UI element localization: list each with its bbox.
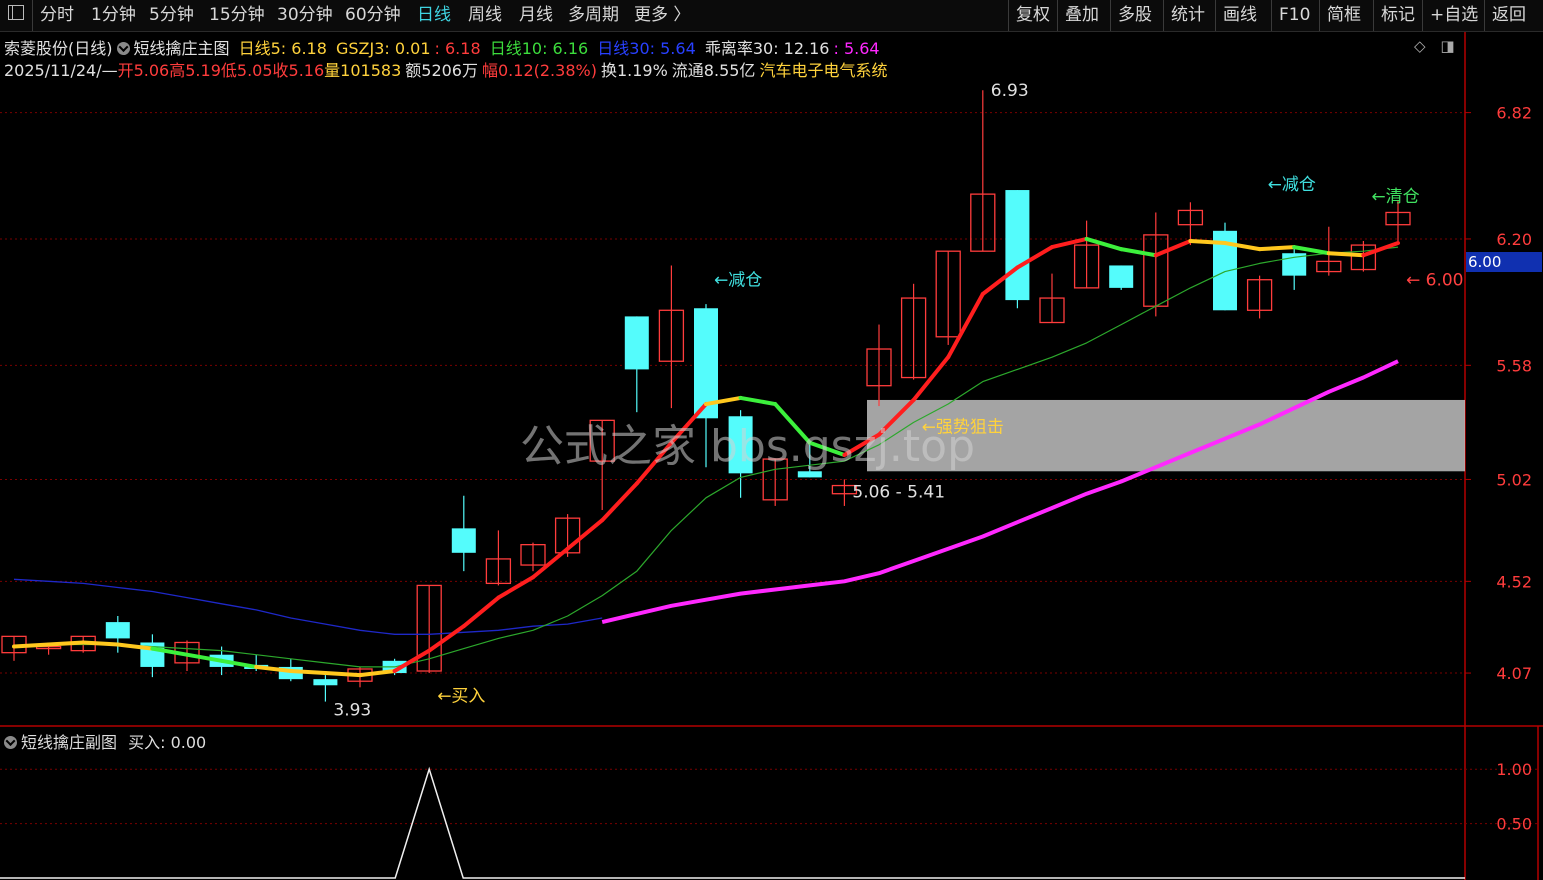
ma-fast-segment [461, 595, 501, 629]
ma-fast-segment [1257, 245, 1297, 252]
low-label: 低5.05 [220, 61, 273, 80]
ma-fast-segment [288, 669, 328, 676]
ma-fast-segment [946, 291, 985, 360]
main-chart: 4.07 4.52 5.02 5.58 6.20 6.82 ←减仓 ←减仓 ←清仓 ←强势狙击 ←买… [0, 32, 1543, 880]
y-tick-label: 5.58 [1496, 356, 1532, 375]
ma30-value: 日线30: 5.64 [597, 39, 696, 58]
ma-fast-segment [392, 648, 432, 674]
ma-fast-segment [1050, 236, 1089, 250]
indicator-name[interactable]: 短线擒庄主图 [134, 39, 230, 58]
volume-label: 量101583 [324, 61, 402, 80]
ma-fast-segment [807, 440, 847, 457]
y-tick-label: 4.52 [1496, 572, 1532, 591]
window-icon[interactable]: ◨ [1440, 37, 1454, 55]
chart-annotation: ← 6.00 [1406, 271, 1464, 291]
candle-body-down [797, 471, 822, 478]
dropdown-icon[interactable] [4, 736, 17, 749]
dropdown-icon[interactable] [116, 42, 130, 55]
ma-fast-segment [773, 402, 812, 445]
high-label: 高5.19 [169, 61, 221, 80]
y-tick-label: 5.02 [1496, 470, 1532, 489]
ma-fast-segment [1084, 236, 1124, 252]
sub-indicator-name[interactable]: 短线擒庄副图 [21, 733, 117, 752]
ma-fast-segment [1119, 247, 1158, 258]
chart-annotation: ←减仓 [1268, 175, 1316, 195]
candle-body-down [728, 416, 753, 474]
bias-b-value: : 5.64 [833, 39, 880, 58]
ma-fast-segment [46, 640, 86, 647]
ma5-value: 日线5: 6.18 [238, 39, 327, 58]
chart-annotation: 5.06 - 5.41 [852, 483, 945, 503]
ma-fast-segment [911, 355, 951, 402]
sub-y-tick-label: 1.00 [1496, 760, 1532, 779]
ma-fast-segment [496, 575, 535, 600]
ma10-value: 日线10: 6.16 [489, 39, 589, 58]
panel-icons: ◇ ◨ [1414, 37, 1455, 55]
sub-indicator-header: 短线擒庄副图 买入: 0.00 [4, 729, 206, 753]
candle-body-down [1005, 190, 1030, 301]
ma-fast-segment [565, 518, 605, 551]
sub-y-tick-label: 0.50 [1496, 815, 1532, 834]
chart-annotation: ←清仓 [1371, 187, 1419, 207]
candle-body-down [624, 316, 649, 370]
chart-annotation: 6.93 [991, 81, 1029, 101]
chart-annotation: ←买入 [437, 686, 485, 706]
date-label: 2025/11/24/— [4, 61, 118, 80]
gszj3-value: GSZJ3: 0.01 [336, 39, 431, 58]
ma-fast-segment [669, 402, 708, 445]
sub-indicator-value: 买入: 0.00 [128, 733, 207, 752]
gszj3-b-value: : 6.18 [434, 39, 481, 58]
indicator-header: 索菱股份(日线) 短线擒庄主图 日线5: 6.18 GSZJ3: 0.01: 6.… [4, 35, 884, 59]
y-tick-label: 6.82 [1496, 104, 1532, 123]
y-tick-label: 6.20 [1496, 230, 1532, 249]
ma-fast-segment [81, 640, 120, 647]
ma-fast-segment [358, 669, 397, 678]
ma-fast-segment [1326, 251, 1366, 258]
change-label: 幅0.12(2.38%) [482, 61, 597, 80]
open-label: 开5.06 [117, 61, 170, 80]
ma-fast-segment [1153, 239, 1193, 258]
diamond-icon[interactable]: ◇ [1414, 37, 1426, 55]
chart-annotation: ←强势狙击 [922, 417, 1004, 437]
chart-annotation: ←减仓 [714, 271, 762, 291]
float-label: 流通8.55亿 [671, 61, 756, 80]
ma-fast-segment [323, 671, 362, 678]
bias-value: 乖离率30: 12.16 [704, 39, 830, 58]
ma-fast-segment [1188, 239, 1227, 246]
ma-fast-segment [12, 642, 51, 649]
close-label: 收5.16 [272, 61, 325, 80]
ma-fast-segment [738, 395, 778, 407]
ma-fast-segment [600, 481, 639, 523]
turnover-label: 换1.19% [600, 61, 668, 80]
chart-annotation: 3.93 [333, 701, 371, 721]
sector-label[interactable]: 汽车电子电气系统 [759, 61, 887, 80]
ma-fast-segment [1292, 245, 1331, 256]
amount-label: 额5206万 [405, 61, 478, 80]
stock-name[interactable]: 索菱股份(日线) [4, 39, 113, 58]
ma-fast-segment [427, 624, 466, 653]
candle-body-down [313, 679, 338, 686]
y-tick-label: 4.07 [1496, 664, 1532, 683]
candle-body-down [105, 622, 130, 639]
ohlc-header: 2025/11/24/—开5.06高5.19低5.05收5.16量101583 额… [4, 57, 891, 81]
ma-fast-segment [634, 440, 674, 486]
candle-body-down [1109, 265, 1134, 288]
candle-body-down [451, 528, 476, 553]
ma-fast-segment [531, 546, 570, 580]
current-price-tag: 6.00 [1466, 252, 1542, 272]
